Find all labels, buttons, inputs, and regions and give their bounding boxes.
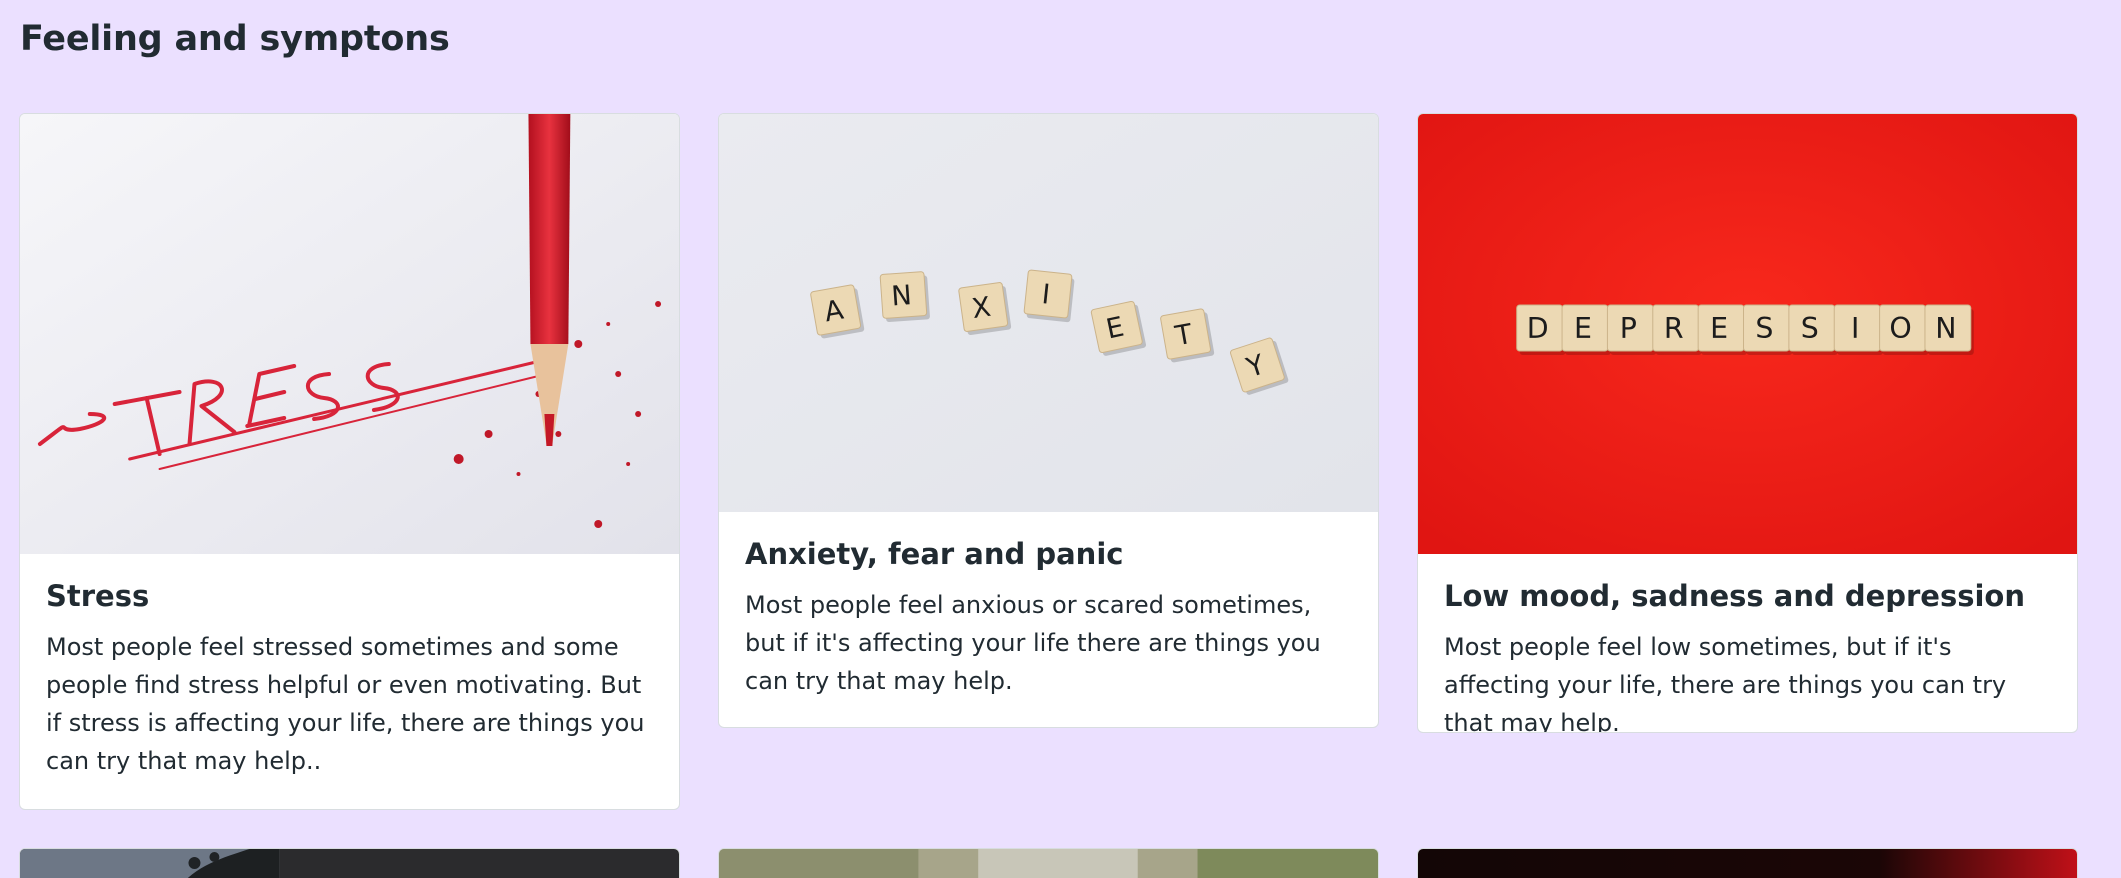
card-anxiety[interactable]: ANXIETY Anxiety, fear and panic Most peo… bbox=[718, 113, 1379, 728]
letter-tile: N bbox=[879, 271, 930, 323]
letter-tile: T bbox=[1160, 308, 1215, 363]
svg-text:N: N bbox=[890, 280, 912, 312]
svg-text:E: E bbox=[1710, 312, 1728, 345]
card-next-3-image bbox=[1418, 849, 2077, 878]
card-depression[interactable]: DEPRESSION Low mood, sadness and depress… bbox=[1417, 113, 2078, 733]
card-description: Most people feel anxious or scared somet… bbox=[745, 591, 1321, 695]
svg-text:E: E bbox=[1574, 312, 1592, 345]
card-next-1-image bbox=[20, 849, 679, 878]
letter-tile: D bbox=[1516, 304, 1566, 355]
card-next-2[interactable] bbox=[718, 848, 1379, 878]
depression-image: DEPRESSION bbox=[1418, 114, 2077, 554]
letter-tile: X bbox=[958, 282, 1012, 336]
card-next-1[interactable] bbox=[19, 848, 680, 878]
card-heading: Anxiety, fear and panic bbox=[745, 537, 1124, 571]
letter-tile: N bbox=[1924, 304, 1974, 355]
svg-text:D: D bbox=[1527, 312, 1549, 345]
svg-text:O: O bbox=[1889, 312, 1911, 345]
section-title: Feeling and symptons bbox=[20, 19, 450, 59]
letter-tile: P bbox=[1606, 304, 1657, 355]
svg-text:S: S bbox=[1755, 312, 1773, 345]
letter-tile: S bbox=[1743, 304, 1793, 355]
anxiety-image: ANXIETY bbox=[719, 114, 1378, 512]
letter-tile: R bbox=[1652, 304, 1702, 355]
letter-tile: I bbox=[1023, 269, 1075, 323]
letter-tile: S bbox=[1788, 304, 1838, 355]
card-next-2-image bbox=[719, 849, 1378, 878]
letter-tile: E bbox=[1697, 304, 1748, 355]
page: Feeling and symptons Stress Most people … bbox=[0, 0, 2121, 878]
card-heading: Low mood, sadness and depression bbox=[1444, 579, 2026, 613]
letter-tile: E bbox=[1090, 300, 1147, 356]
letter-tile: E bbox=[1561, 304, 1611, 355]
card-description: Most people feel low sometimes, but if i… bbox=[1444, 633, 2007, 733]
card-stress[interactable]: Stress Most people feel stressed sometim… bbox=[19, 113, 680, 810]
stress-image bbox=[20, 114, 679, 554]
svg-text:N: N bbox=[1935, 312, 1956, 345]
card-heading: Stress bbox=[46, 579, 150, 613]
card-description: Most people feel stressed sometimes and … bbox=[46, 633, 645, 775]
svg-text:P: P bbox=[1620, 312, 1637, 345]
svg-text:S: S bbox=[1801, 312, 1819, 345]
letter-tile: I bbox=[1833, 304, 1884, 355]
svg-text:I: I bbox=[1851, 312, 1859, 345]
letter-tile: O bbox=[1879, 304, 1929, 355]
letter-tile: A bbox=[810, 284, 865, 339]
card-next-3[interactable] bbox=[1417, 848, 2078, 878]
svg-text:R: R bbox=[1664, 312, 1684, 345]
